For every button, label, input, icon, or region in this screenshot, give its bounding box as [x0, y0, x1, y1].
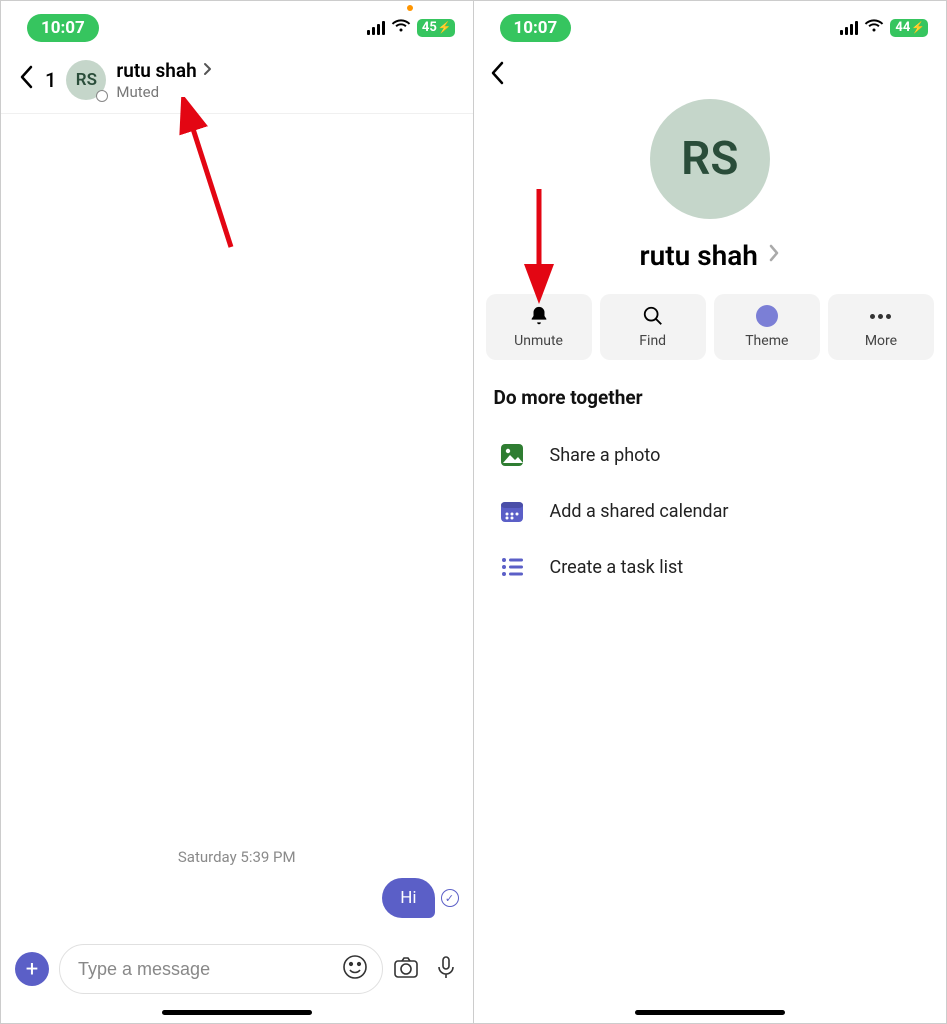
quick-actions: Unmute Find Theme More [474, 294, 947, 360]
recording-indicator-icon [407, 5, 413, 11]
list-icon [498, 553, 526, 581]
status-bar: 10:07 45⚡ [1, 1, 473, 55]
cellular-signal-icon [367, 21, 385, 35]
unmute-button[interactable]: Unmute [486, 294, 592, 360]
back-button[interactable] [490, 61, 931, 91]
status-time: 10:07 [500, 14, 572, 42]
back-button[interactable] [15, 65, 37, 95]
profile-name-row[interactable]: rutu shah [474, 239, 947, 272]
contact-avatar[interactable]: RS [66, 60, 106, 100]
message-row: Hi ✓ [15, 878, 459, 918]
item-label: Create a task list [550, 557, 684, 578]
contact-name: rutu shah [116, 59, 196, 82]
sent-receipt-icon: ✓ [441, 889, 459, 907]
details-header [474, 55, 947, 91]
task-list-item[interactable]: Create a task list [474, 539, 947, 595]
more-button[interactable]: More [828, 294, 934, 360]
shared-calendar-item[interactable]: Add a shared calendar [474, 483, 947, 539]
wifi-icon [864, 18, 884, 38]
unread-count: 1 [45, 68, 56, 92]
share-photo-item[interactable]: Share a photo [474, 427, 947, 483]
more-icon [870, 305, 891, 327]
muted-label: Muted [116, 83, 212, 101]
microphone-icon[interactable] [433, 954, 459, 984]
action-label: Find [639, 333, 666, 349]
profile-name: rutu shah [640, 239, 758, 272]
action-label: Theme [745, 333, 788, 349]
message-input-wrapper[interactable] [59, 944, 383, 994]
battery-indicator: 45⚡ [417, 19, 455, 37]
emoji-icon[interactable] [342, 954, 368, 985]
status-time: 10:07 [27, 14, 99, 42]
find-button[interactable]: Find [600, 294, 706, 360]
chat-details-screen: 10:07 44⚡ RS rutu shah [474, 1, 947, 1023]
item-label: Share a photo [550, 445, 661, 466]
theme-button[interactable]: Theme [714, 294, 820, 360]
chevron-right-icon [203, 61, 213, 80]
message-composer: + [1, 936, 473, 1006]
presence-indicator-icon [96, 90, 108, 102]
date-divider: Saturday 5:39 PM [15, 848, 459, 866]
action-label: More [865, 333, 897, 349]
item-label: Add a shared calendar [550, 501, 729, 522]
cellular-signal-icon [840, 21, 858, 35]
status-indicators: 44⚡ [840, 18, 928, 38]
action-label: Unmute [514, 333, 563, 349]
bell-icon [528, 305, 550, 327]
home-indicator[interactable] [635, 1010, 785, 1015]
wifi-icon [391, 18, 411, 38]
search-icon [642, 305, 664, 327]
message-list[interactable]: Saturday 5:39 PM Hi ✓ [1, 114, 473, 936]
battery-indicator: 44⚡ [890, 19, 928, 37]
status-bar: 10:07 44⚡ [474, 1, 947, 55]
profile-avatar[interactable]: RS [650, 99, 770, 219]
sent-message-bubble[interactable]: Hi [382, 878, 434, 918]
calendar-icon [498, 497, 526, 525]
message-input[interactable] [78, 959, 342, 980]
status-indicators: 45⚡ [367, 18, 455, 38]
chat-title-area[interactable]: rutu shah Muted [116, 59, 212, 101]
chat-screen: 10:07 45⚡ 1 RS rutu shah [1, 1, 474, 1023]
attach-button[interactable]: + [15, 952, 49, 986]
theme-icon [756, 305, 778, 327]
camera-icon[interactable] [393, 954, 419, 984]
photo-icon [498, 441, 526, 469]
section-title: Do more together [474, 386, 947, 409]
home-indicator[interactable] [162, 1010, 312, 1015]
chat-header: 1 RS rutu shah Muted [1, 55, 473, 114]
chevron-right-icon [768, 243, 780, 268]
